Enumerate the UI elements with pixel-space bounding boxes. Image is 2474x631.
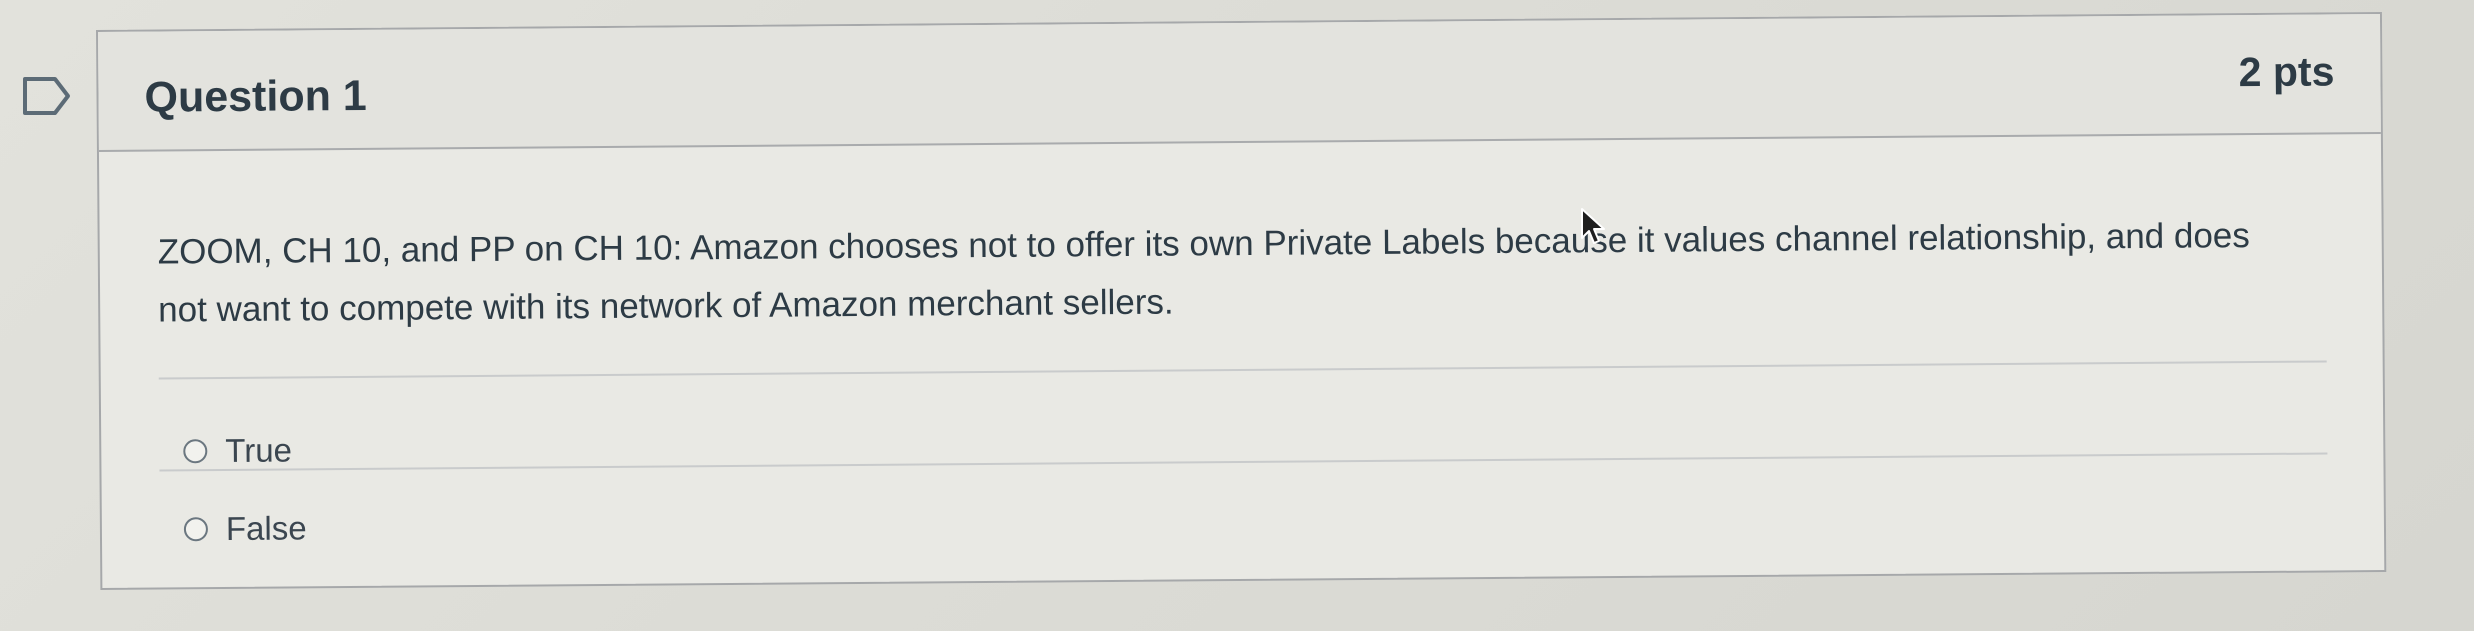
question-title: Question 1 xyxy=(144,71,367,122)
flag-question-icon[interactable] xyxy=(22,76,72,116)
radio-button-icon[interactable] xyxy=(183,517,209,542)
question-points: 2 pts xyxy=(2238,48,2335,96)
answer-label: False xyxy=(225,509,307,547)
answer-divider xyxy=(159,452,2328,472)
answer-option-false[interactable]: False xyxy=(183,504,307,553)
answer-divider xyxy=(158,360,2327,380)
question-text: ZOOM, CH 10, and PP on CH 10: Amazon cho… xyxy=(157,216,2250,330)
question-card: Question 1 2 pts ZOOM, CH 10, and PP on … xyxy=(96,12,2387,590)
question-header: Question 1 2 pts xyxy=(98,14,2381,152)
answer-label: True xyxy=(225,431,293,469)
radio-button-icon[interactable] xyxy=(183,439,208,464)
